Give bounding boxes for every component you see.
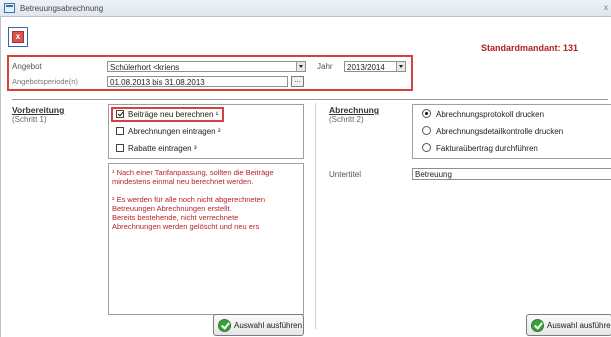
detailkontrolle-radio[interactable]: [422, 126, 431, 135]
periode-picker-button[interactable]: ...: [291, 76, 304, 87]
note-line: Abrechnungen werden gelöscht und neu ers: [112, 222, 260, 231]
window-close-button[interactable]: x: [604, 3, 608, 12]
faktura-label[interactable]: Fakturaübertrag durchführen: [436, 144, 538, 153]
faktura-radio[interactable]: [422, 143, 431, 152]
untertitel-field[interactable]: Betreuung: [412, 168, 611, 180]
run-button-label: Auswahl ausführen: [234, 321, 303, 330]
note-line: Betreuungen Abrechnungen erstellt.: [112, 204, 232, 213]
jahr-select[interactable]: 2013/2014: [344, 61, 406, 72]
angebot-value: Schülerhort <kriens: [110, 63, 180, 72]
mandant-label: Standardmandant: 131: [481, 43, 579, 53]
periode-value: 01.08.2013 bis 31.08.2013: [110, 78, 205, 87]
note-line: mindestens einmal neu berechnet werden.: [112, 177, 254, 186]
title-bar: Betreuungsabrechnung x: [0, 0, 611, 17]
chevron-down-icon[interactable]: [396, 62, 405, 71]
form-icon: [4, 3, 15, 13]
note-line: ¹ Nach einer Tarifanpassung, sollten die…: [112, 168, 274, 177]
jahr-label: Jahr: [317, 62, 333, 71]
angebot-select[interactable]: Schülerhort <kriens: [107, 61, 306, 72]
protokoll-radio[interactable]: [422, 109, 431, 118]
check-icon: [218, 319, 231, 332]
periode-field[interactable]: 01.08.2013 bis 31.08.2013: [107, 76, 288, 87]
close-red-icon: x: [12, 31, 24, 43]
note-line: ² Es werden für alle noch nicht abgerech…: [112, 195, 266, 204]
run-button-label: Auswahl ausführen: [547, 321, 611, 330]
rabatte-label[interactable]: Rabatte eintragen ³: [128, 144, 197, 153]
abrechnungen-label[interactable]: Abrechnungen eintragen ²: [128, 127, 221, 136]
vorbereitung-subtitle: (Schritt 1): [12, 115, 47, 124]
chevron-down-icon[interactable]: [296, 62, 305, 71]
beitraege-label[interactable]: Beiträge neu berechnen ¹: [128, 110, 218, 119]
abrechnung-subtitle: (Schritt 2): [329, 115, 364, 124]
beitraege-checkbox[interactable]: [116, 110, 124, 118]
protokoll-label[interactable]: Abrechnungsprotokoll drucken: [436, 110, 544, 119]
vorbereitung-title: Vorbereitung: [12, 105, 65, 115]
divider: [12, 99, 608, 100]
column-divider: [315, 103, 316, 329]
window-title: Betreuungsabrechnung: [20, 4, 104, 13]
jahr-value: 2013/2014: [347, 63, 385, 72]
abrechnungen-checkbox[interactable]: [116, 127, 124, 135]
exit-button[interactable]: x: [8, 27, 28, 47]
untertitel-label: Untertitel: [329, 170, 362, 179]
abrechnung-title: Abrechnung: [329, 105, 380, 115]
vorbereitung-run-button[interactable]: Auswahl ausführen: [213, 314, 304, 336]
rabatte-checkbox[interactable]: [116, 144, 124, 152]
check-icon: [531, 319, 544, 332]
abrechnung-run-button[interactable]: Auswahl ausführen: [526, 314, 611, 336]
angebot-label: Angebot: [12, 62, 42, 71]
untertitel-value: Betreuung: [415, 170, 452, 179]
periode-label: Angebotsperiode(n): [12, 77, 78, 86]
form-body: x Standardmandant: 131 Angebot Schülerho…: [0, 17, 611, 337]
detailkontrolle-label[interactable]: Abrechnungsdetailkontrolle drucken: [436, 127, 563, 136]
note-line: Bereits bestehende, nicht verrechnete: [112, 213, 239, 222]
